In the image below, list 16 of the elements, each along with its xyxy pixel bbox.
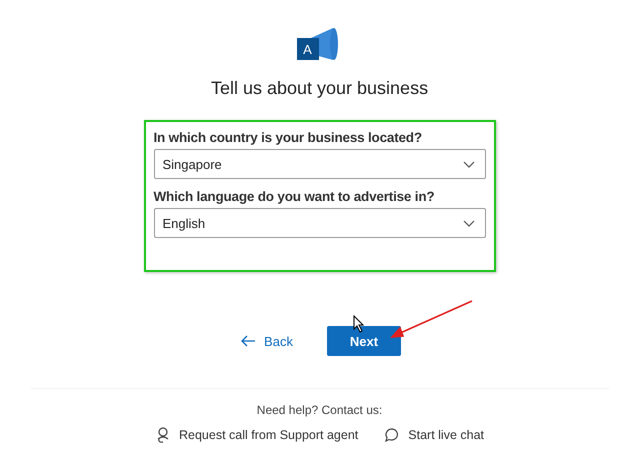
help-text: Need help? Contact us: bbox=[256, 403, 382, 417]
back-button[interactable]: Back bbox=[238, 326, 295, 356]
field-label: Which language do you want to advertise in? bbox=[154, 189, 436, 204]
arrow-left-icon bbox=[240, 335, 256, 347]
help-link[interactable]: Request call from Support agent bbox=[154, 426, 358, 444]
dropdown[interactable]: Singapore bbox=[154, 149, 486, 179]
field-label: In which country is your business located? bbox=[154, 130, 423, 145]
dropdown[interactable]: English bbox=[154, 208, 486, 238]
next-button[interactable]: Next bbox=[326, 326, 401, 356]
page-title: Tell us about your business bbox=[210, 78, 428, 99]
chat-icon bbox=[384, 427, 400, 443]
chevron-icon bbox=[462, 220, 474, 226]
mouse-cursor-icon bbox=[353, 315, 365, 333]
help-link[interactable]: Start live chat bbox=[384, 426, 484, 444]
logo-letter: A bbox=[296, 38, 318, 60]
chevron-icon bbox=[462, 160, 474, 168]
